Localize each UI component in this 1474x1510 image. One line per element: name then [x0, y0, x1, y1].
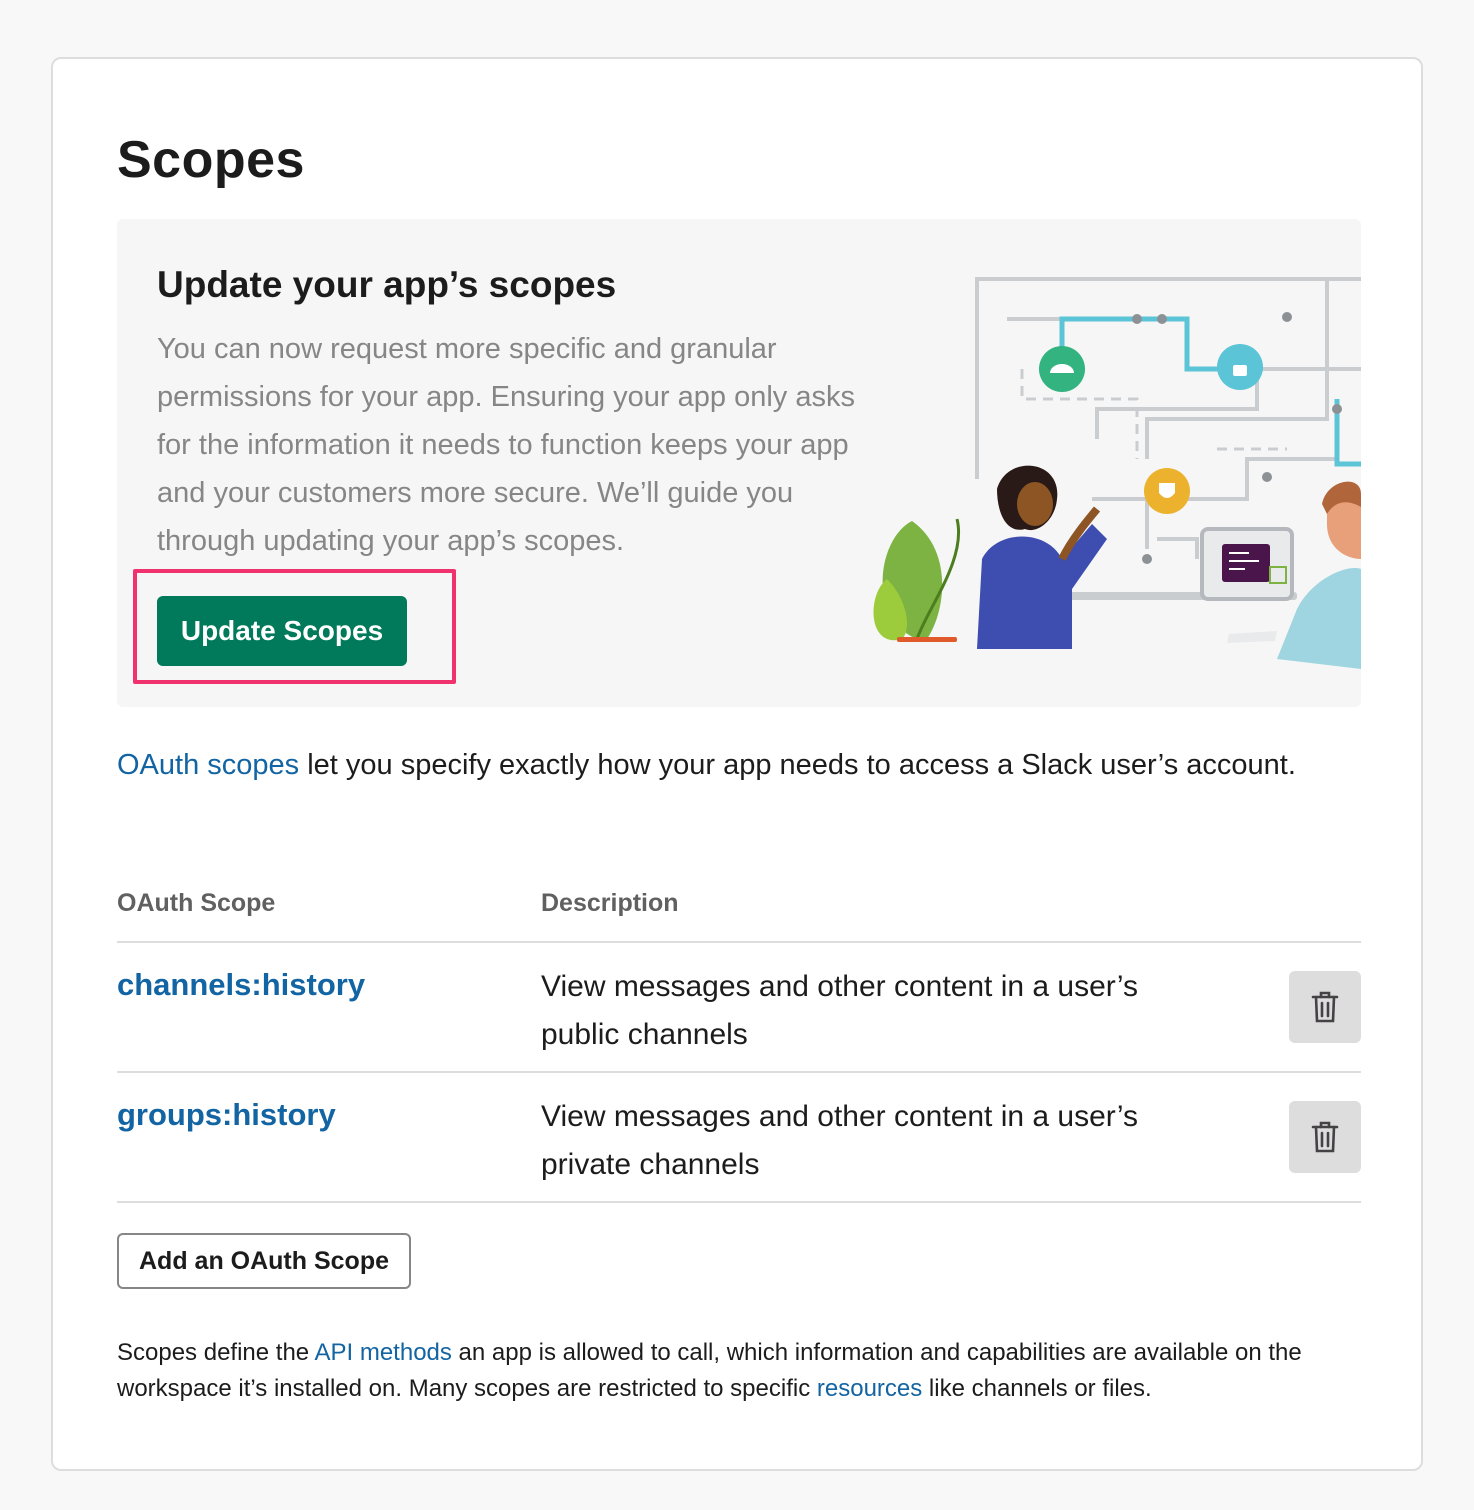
- scopes-card: Scopes Update your app’s scopes You can …: [51, 57, 1423, 1471]
- column-header-description: Description: [541, 889, 679, 917]
- delete-scope-button[interactable]: [1289, 1101, 1361, 1173]
- footnote-text: like channels or files.: [922, 1375, 1152, 1402]
- oauth-scopes-link[interactable]: OAuth scopes: [117, 749, 299, 781]
- trash-icon: [1311, 1121, 1339, 1153]
- oauth-intro: OAuth scopes let you specify exactly how…: [117, 741, 1317, 789]
- resources-link[interactable]: resources: [817, 1375, 922, 1402]
- footnote-text: Scopes define the: [117, 1339, 315, 1366]
- table-header: OAuth Scope Description: [117, 879, 1361, 943]
- scope-name-link[interactable]: groups:history: [117, 1095, 336, 1135]
- page-title: Scopes: [117, 131, 305, 189]
- add-oauth-scope-button[interactable]: Add an OAuth Scope: [117, 1233, 411, 1289]
- column-header-oauth-scope: OAuth Scope: [117, 889, 276, 917]
- table-row: channels:history View messages and other…: [117, 943, 1361, 1073]
- api-methods-link[interactable]: API methods: [314, 1339, 451, 1366]
- scope-name-link[interactable]: channels:history: [117, 965, 365, 1005]
- table-row: groups:history View messages and other c…: [117, 1073, 1361, 1203]
- banner-title: Update your app’s scopes: [157, 264, 617, 305]
- banner-illustration: [873, 277, 1361, 669]
- update-scopes-banner: Update your app’s scopes You can now req…: [117, 219, 1361, 707]
- intro-text: let you specify exactly how your app nee…: [299, 749, 1296, 781]
- scopes-footnote: Scopes define the API methods an app is …: [117, 1335, 1357, 1407]
- scopes-table: OAuth Scope Description channels:history…: [117, 879, 1361, 1203]
- update-scopes-button[interactable]: Update Scopes: [157, 596, 407, 666]
- banner-text: You can now request more specific and gr…: [157, 333, 855, 557]
- trash-icon: [1311, 991, 1339, 1023]
- scope-description: View messages and other content in a use…: [541, 970, 1139, 1051]
- delete-scope-button[interactable]: [1289, 971, 1361, 1043]
- scope-description: View messages and other content in a use…: [541, 1100, 1139, 1181]
